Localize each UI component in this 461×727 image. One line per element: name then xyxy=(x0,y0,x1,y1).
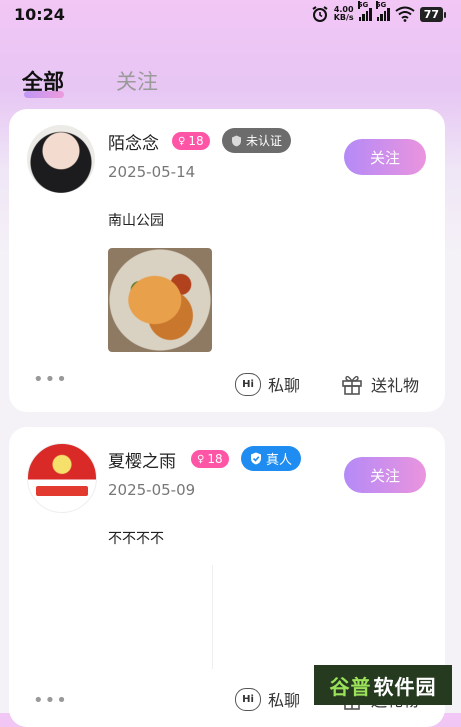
username[interactable]: 夏樱之雨 xyxy=(108,447,176,472)
chat-hi-icon: Hi xyxy=(235,687,261,711)
post-image[interactable] xyxy=(108,565,213,669)
avatar[interactable] xyxy=(27,443,97,513)
battery-icon: 77 xyxy=(419,6,447,22)
post-image[interactable] xyxy=(108,248,212,352)
tab-all[interactable]: 全部 xyxy=(22,66,64,98)
post-date: 2025-05-09 xyxy=(108,481,196,499)
status-bar: 10:24 4.00 KB/s 5G 5G 77 xyxy=(0,0,461,30)
follow-button[interactable]: 关注 xyxy=(344,139,426,175)
post-text: 不不不不 xyxy=(108,531,164,547)
post-text: 南山公园 xyxy=(108,213,164,229)
private-chat-button[interactable]: Hi 私聊 xyxy=(235,372,300,396)
tab-following[interactable]: 关注 xyxy=(116,66,158,96)
network-speed: 4.00 KB/s xyxy=(333,5,354,22)
watermark-logo: 谷普 软件园 xyxy=(314,665,452,705)
status-time: 10:24 xyxy=(14,5,65,24)
username[interactable]: 陌念念 xyxy=(108,129,159,154)
female-icon: ♀ xyxy=(197,453,205,465)
signal-icon: 5G xyxy=(357,1,372,21)
shield-icon xyxy=(251,452,261,465)
verify-badge: 真人 xyxy=(241,446,302,471)
post-card: 陌念念 ♀ 18 未认证 2025-05-14 关注 南山公园 ••• Hi 私… xyxy=(9,109,445,412)
verify-badge: 未认证 xyxy=(222,128,292,153)
gift-icon xyxy=(342,375,362,395)
post-date: 2025-05-14 xyxy=(108,163,196,181)
send-gift-button[interactable]: 送礼物 xyxy=(340,372,419,396)
follow-button[interactable]: 关注 xyxy=(344,457,426,493)
age-badge: ♀ 18 xyxy=(172,132,210,150)
female-icon: ♀ xyxy=(178,135,186,147)
signal-icon: 5G xyxy=(375,1,390,21)
alarm-icon xyxy=(312,6,328,22)
wifi-icon xyxy=(395,6,415,22)
private-chat-button[interactable]: Hi 私聊 xyxy=(235,687,300,711)
status-icons: 4.00 KB/s 5G 5G 77 xyxy=(311,1,447,23)
shield-icon xyxy=(232,135,241,146)
age-badge: ♀ 18 xyxy=(191,450,229,468)
avatar[interactable] xyxy=(27,125,95,193)
feed-tabs: 全部 关注 xyxy=(22,66,158,98)
more-options-icon[interactable]: ••• xyxy=(33,369,68,390)
chat-hi-icon: Hi xyxy=(235,372,261,396)
more-options-icon[interactable]: ••• xyxy=(33,690,68,711)
